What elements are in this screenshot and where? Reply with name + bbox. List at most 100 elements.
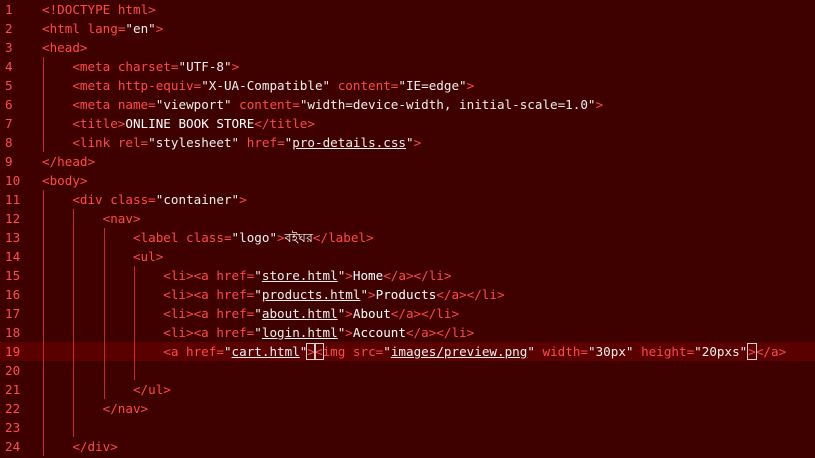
line-number: 18 — [5, 325, 21, 340]
code-token: </nav> — [102, 401, 149, 416]
code-line[interactable]: 12 <nav> — [0, 209, 815, 228]
code-token: href= — [216, 268, 255, 283]
code-token: </head> — [42, 154, 96, 169]
code-text[interactable]: </nav> — [103, 399, 149, 418]
code-editor[interactable]: 1 <!DOCTYPE html> 2 <html lang="en"> 3 <head>… — [0, 0, 815, 458]
line-number: 17 — [5, 306, 21, 321]
code-line[interactable]: 24 </div> — [0, 437, 815, 456]
line-number: 19 — [5, 344, 21, 359]
code-text[interactable]: <title>ONLINE BOOK STORE</title> — [72, 114, 315, 133]
code-text[interactable]: </div> — [72, 437, 118, 456]
code-token: <link — [72, 135, 118, 150]
code-line[interactable]: 5 <meta http-equiv="X-UA-Compatible" cont… — [0, 76, 815, 95]
code-token: </a> — [755, 344, 787, 359]
code-text[interactable]: </ul> — [133, 380, 171, 399]
code-line[interactable]: 10 <body> — [0, 171, 815, 190]
code-token: </a></li> — [405, 325, 475, 340]
code-token: href= — [216, 325, 255, 340]
code-token: " — [254, 306, 262, 321]
code-text[interactable]: <body> — [42, 171, 88, 190]
code-token: content= — [231, 97, 300, 112]
code-text[interactable]: <head> — [42, 38, 88, 57]
code-line[interactable]: 2 <html lang="en"> — [0, 19, 815, 38]
code-text[interactable]: </head> — [42, 152, 95, 171]
code-token: "30px" — [588, 344, 634, 359]
code-token: Products — [375, 287, 437, 302]
code-text[interactable]: <link rel="stylesheet" href= "pro-details… — [72, 133, 421, 152]
code-line[interactable]: 6 <meta name="viewport" content="width=de… — [0, 95, 815, 114]
code-token: ONLINE BOOK STORE — [125, 116, 255, 131]
code-token: Account — [352, 325, 406, 340]
code-line[interactable]: 16 <li><a href="products.html">Products</… — [0, 285, 815, 304]
code-token: " — [254, 287, 262, 302]
code-token: < — [314, 343, 324, 360]
line-number: 8 — [5, 135, 13, 150]
code-token: > — [595, 97, 604, 112]
line-number: 22 — [5, 401, 21, 416]
code-token: <li><a — [163, 268, 217, 283]
code-token: > — [277, 230, 285, 245]
code-line[interactable]: 15 <li><a href="store.html">Home</a></li> — [0, 266, 815, 285]
code-line[interactable]: 7 <title>ONLINE BOOK STORE</title> — [0, 114, 815, 133]
code-token: <li><a — [163, 306, 217, 321]
code-text[interactable]: <ul> — [133, 247, 163, 266]
code-line[interactable]: 13 <label class="logo">বইঘর</label> — [0, 228, 815, 247]
code-text[interactable]: <meta name="viewport" content="width=dev… — [72, 95, 603, 114]
code-token: <head> — [42, 40, 88, 55]
code-token: > — [306, 343, 316, 360]
code-line[interactable]: 4 <meta charset="UTF-8"> — [0, 57, 815, 76]
line-number: 14 — [5, 249, 21, 264]
code-token: products.html — [261, 287, 361, 302]
code-token: > — [155, 21, 164, 36]
code-line[interactable]: 11 <div class="container"> — [0, 190, 815, 209]
code-token: src= — [352, 344, 384, 359]
indent-guide — [73, 209, 75, 437]
code-line[interactable]: 21 </ul> — [0, 380, 815, 399]
code-text[interactable]: <meta charset="UTF-8"> — [72, 57, 239, 76]
code-token: </ul> — [132, 382, 171, 397]
code-text[interactable]: <li><a href="about.html">About</a></li> — [163, 304, 459, 323]
line-number: 20 — [5, 363, 21, 378]
line-number: 12 — [5, 211, 21, 226]
line-number: 6 — [5, 97, 13, 112]
code-text[interactable]: <label class="logo">বইঘর</label> — [133, 228, 374, 247]
code-token: </a></li> — [390, 306, 460, 321]
indent-guide — [103, 228, 105, 399]
code-text[interactable]: <li><a href="products.html">Products</a>… — [163, 285, 504, 304]
code-token: > — [345, 268, 353, 283]
code-token: <!DOCTYPE html> — [42, 2, 156, 17]
line-number: 11 — [5, 192, 21, 207]
code-token: width= — [534, 344, 589, 359]
code-line[interactable]: 8 <link rel="stylesheet" href= "pro-detail… — [0, 133, 815, 152]
line-number: 2 — [5, 21, 13, 36]
code-token: Home — [352, 268, 384, 283]
code-token: <div — [72, 192, 111, 207]
code-text[interactable]: <meta http-equiv="X-UA-Compatible" conte… — [72, 76, 474, 95]
code-token: "en" — [125, 21, 156, 36]
code-line[interactable]: 17 <li><a href="about.html">About</a></li… — [0, 304, 815, 323]
code-text[interactable]: <div class="container"> — [72, 190, 246, 209]
line-number: 16 — [5, 287, 21, 302]
code-line[interactable]: 9 </head> — [0, 152, 815, 171]
code-line[interactable]: 19 <a href="cart.html"><img src="images/p… — [0, 342, 815, 361]
code-token: > — [466, 78, 475, 93]
code-text[interactable]: <li><a href="login.html">Account</a></li… — [163, 323, 474, 342]
code-line[interactable]: 20 — [0, 361, 815, 380]
code-token: class= — [110, 192, 156, 207]
code-text[interactable]: <li><a href="store.html">Home</a></li> — [163, 266, 451, 285]
code-token: </label> — [312, 230, 374, 245]
code-line[interactable]: 18 <li><a href="login.html">Account</a></… — [0, 323, 815, 342]
code-text[interactable]: <a href="cart.html"><img src="images/pre… — [163, 342, 786, 361]
code-text[interactable]: <html lang="en"> — [42, 19, 163, 38]
code-text[interactable]: <!DOCTYPE html> — [42, 0, 156, 19]
code-token: </div> — [72, 439, 118, 454]
code-token: বইঘর — [284, 230, 313, 245]
code-text[interactable]: <nav> — [103, 209, 141, 228]
code-line[interactable]: 3 <head> — [0, 38, 815, 57]
code-line[interactable]: 14 <ul> — [0, 247, 815, 266]
code-token: <label — [132, 230, 187, 245]
code-line[interactable]: 22 </nav> — [0, 399, 815, 418]
code-line[interactable]: 23 — [0, 418, 815, 437]
code-line[interactable]: 1 <!DOCTYPE html> — [0, 0, 815, 19]
code-token: <meta — [72, 59, 118, 74]
